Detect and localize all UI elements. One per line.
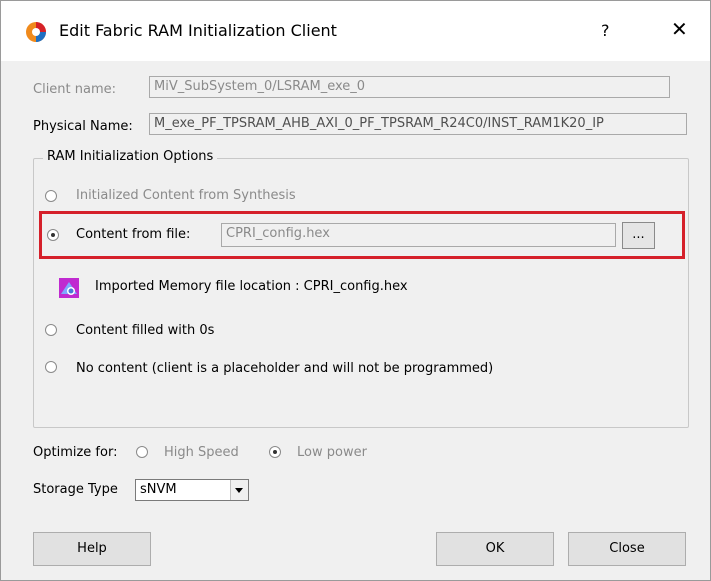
help-button[interactable]: Help bbox=[33, 532, 151, 566]
synthesis-label: Initialized Content from Synthesis bbox=[76, 188, 296, 203]
storage-type-label: Storage Type bbox=[33, 482, 118, 497]
chevron-down-icon[interactable] bbox=[230, 480, 248, 500]
close-button[interactable]: Close bbox=[568, 532, 686, 566]
file-path-field[interactable]: CPRI_config.hex bbox=[221, 223, 616, 247]
synthesis-radio[interactable] bbox=[45, 190, 57, 202]
low-power-label: Low power bbox=[297, 445, 367, 460]
no-content-label: No content (client is a placeholder and … bbox=[76, 361, 494, 376]
browse-button[interactable]: ... bbox=[622, 222, 655, 249]
physical-name-label: Physical Name: bbox=[33, 119, 133, 134]
imported-file-location: Imported Memory file location : CPRI_con… bbox=[95, 279, 408, 294]
high-speed-label: High Speed bbox=[164, 445, 239, 460]
low-power-radio[interactable] bbox=[269, 446, 281, 458]
content-from-file-label: Content from file: bbox=[76, 227, 191, 242]
storage-type-select[interactable]: sNVM bbox=[135, 479, 249, 501]
window-title: Edit Fabric RAM Initialization Client bbox=[59, 21, 337, 40]
no-content-radio[interactable] bbox=[45, 361, 57, 373]
ok-button[interactable]: OK bbox=[436, 532, 554, 566]
app-logo-icon bbox=[25, 21, 47, 43]
ram-init-options-title: RAM Initialization Options bbox=[43, 149, 218, 164]
zeros-label: Content filled with 0s bbox=[76, 323, 215, 338]
zeros-radio[interactable] bbox=[45, 324, 57, 336]
storage-type-value: sNVM bbox=[140, 482, 177, 497]
physical-name-field[interactable]: M_exe_PF_TPSRAM_AHB_AXI_0_PF_TPSRAM_R24C… bbox=[149, 113, 687, 135]
client-name-field[interactable]: MiV_SubSystem_0/LSRAM_exe_0 bbox=[149, 76, 670, 98]
client-name-label: Client name: bbox=[33, 82, 117, 97]
memory-file-icon bbox=[59, 278, 79, 298]
high-speed-radio[interactable] bbox=[136, 446, 148, 458]
title-bar: Edit Fabric RAM Initialization Client ? … bbox=[1, 1, 710, 61]
content-from-file-radio[interactable] bbox=[47, 229, 59, 241]
help-title-button[interactable]: ? bbox=[601, 21, 610, 40]
edit-fabric-ram-dialog: Edit Fabric RAM Initialization Client ? … bbox=[0, 0, 711, 581]
close-window-button[interactable]: ✕ bbox=[671, 19, 688, 39]
optimize-label: Optimize for: bbox=[33, 445, 118, 460]
